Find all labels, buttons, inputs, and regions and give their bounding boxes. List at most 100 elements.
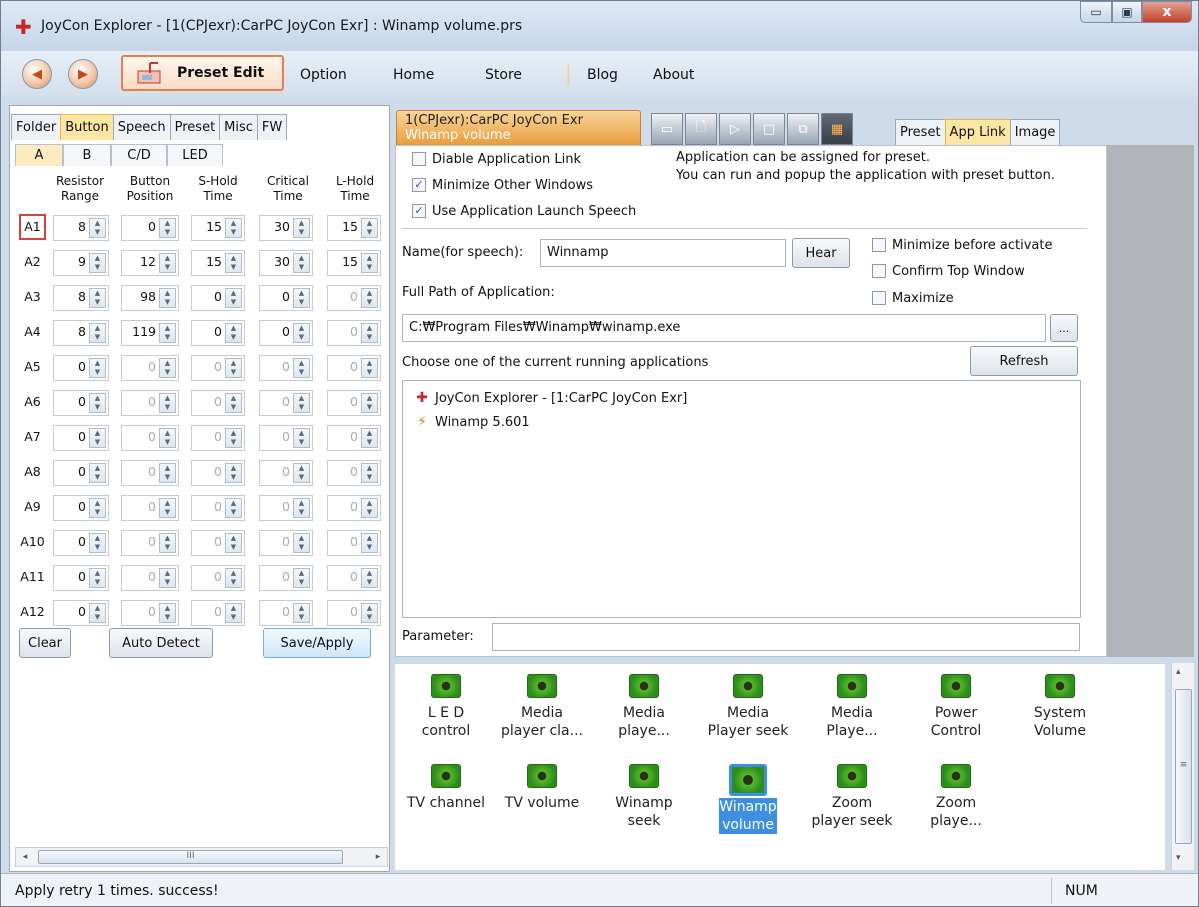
value-spinner[interactable]: 0 ▲ ▼ (53, 390, 109, 416)
value-spinner[interactable]: 0 ▲ ▼ (259, 495, 313, 521)
value-spinner[interactable]: 8 ▲ ▼ (53, 320, 109, 346)
layout-icon[interactable]: ▭ (651, 113, 683, 145)
value-spinner[interactable]: 0 ▲ ▼ (259, 600, 313, 626)
spinner-arrows-icon[interactable]: ▲ ▼ (89, 498, 106, 518)
value-spinner[interactable]: 0 ▲ ▼ (259, 320, 313, 346)
spinner-arrows-icon[interactable]: ▲ ▼ (293, 533, 310, 553)
spinner-arrows-icon[interactable]: ▲ ▼ (293, 253, 310, 273)
spinner-arrows-icon[interactable]: ▲ ▼ (159, 533, 176, 553)
value-spinner[interactable]: 15 ▲ ▼ (327, 215, 381, 241)
list-item[interactable]: ⚡ Winamp 5.601 (413, 411, 530, 433)
close-button[interactable]: x (1142, 1, 1192, 23)
value-spinner[interactable]: 0 ▲ ▼ (191, 285, 245, 311)
menu-home[interactable]: Home (393, 67, 434, 83)
value-spinner[interactable]: 30 ▲ ▼ (259, 250, 313, 276)
spinner-arrows-icon[interactable]: ▲ ▼ (89, 288, 106, 308)
spinner-arrows-icon[interactable]: ▲ ▼ (89, 533, 106, 553)
spinner-arrows-icon[interactable]: ▲ ▼ (159, 253, 176, 273)
menu-store[interactable]: Store (485, 67, 522, 83)
spinner-arrows-icon[interactable]: ▲ ▼ (293, 323, 310, 343)
use-launch-speech-checkbox[interactable]: ✓ Use Application Launch Speech (412, 202, 636, 220)
spinner-arrows-icon[interactable]: ▲ ▼ (225, 253, 242, 273)
tab-folder[interactable]: Folder (11, 114, 62, 140)
spinner-arrows-icon[interactable]: ▲ ▼ (361, 288, 378, 308)
forward-button[interactable]: ▶ (68, 59, 98, 89)
row-label[interactable]: A2 (19, 249, 46, 275)
auto-detect-button[interactable]: Auto Detect (109, 628, 213, 658)
value-spinner[interactable]: 0 ▲ ▼ (53, 425, 109, 451)
subtab-led[interactable]: LED (167, 144, 223, 166)
spinner-arrows-icon[interactable]: ▲ ▼ (159, 288, 176, 308)
value-spinner[interactable]: 0 ▲ ▼ (53, 530, 109, 556)
value-spinner[interactable]: 0 ▲ ▼ (259, 565, 313, 591)
value-spinner[interactable]: 0 ▲ ▼ (327, 600, 381, 626)
refresh-button[interactable]: Refresh (970, 346, 1078, 376)
tab-preset[interactable]: Preset (169, 114, 221, 140)
scroll-up-arrow-icon[interactable]: ▴ (1176, 667, 1181, 677)
spinner-arrows-icon[interactable]: ▲ ▼ (89, 463, 106, 483)
spinner-arrows-icon[interactable]: ▲ ▼ (89, 253, 106, 273)
back-button[interactable]: ◀ (22, 59, 52, 89)
spinner-arrows-icon[interactable]: ▲ ▼ (361, 393, 378, 413)
value-spinner[interactable]: 0 ▲ ▼ (259, 390, 313, 416)
spinner-arrows-icon[interactable]: ▲ ▼ (89, 218, 106, 238)
confirm-top-window-checkbox[interactable]: Confirm Top Window (872, 262, 1025, 280)
preset-item[interactable]: Zoom player seek (807, 764, 897, 830)
spinner-arrows-icon[interactable]: ▲ ▼ (293, 568, 310, 588)
spinner-arrows-icon[interactable]: ▲ ▼ (361, 533, 378, 553)
path-input[interactable]: C:₩Program Files₩Winamp₩winamp.exe (402, 314, 1046, 342)
value-spinner[interactable]: 0 ▲ ▼ (327, 495, 381, 521)
value-spinner[interactable]: 0 ▲ ▼ (327, 565, 381, 591)
copy-icon[interactable]: ⧉ (787, 113, 819, 145)
spinner-arrows-icon[interactable]: ▲ ▼ (293, 358, 310, 378)
value-spinner[interactable]: 98 ▲ ▼ (121, 285, 179, 311)
value-spinner[interactable]: 8 ▲ ▼ (53, 215, 109, 241)
value-spinner[interactable]: 0 ▲ ▼ (191, 390, 245, 416)
value-spinner[interactable]: 0 ▲ ▼ (53, 600, 109, 626)
value-spinner[interactable]: 0 ▲ ▼ (327, 355, 381, 381)
disable-app-link-checkbox[interactable]: Diable Application Link (412, 150, 581, 168)
spinner-arrows-icon[interactable]: ▲ ▼ (361, 323, 378, 343)
row-label[interactable]: A6 (19, 389, 46, 415)
parameter-input[interactable] (492, 623, 1080, 651)
spinner-arrows-icon[interactable]: ▲ ▼ (89, 323, 106, 343)
value-spinner[interactable]: 119 ▲ ▼ (121, 320, 179, 346)
value-spinner[interactable]: 0 ▲ ▼ (53, 565, 109, 591)
spinner-arrows-icon[interactable]: ▲ ▼ (361, 463, 378, 483)
minimize-button[interactable]: ▭ (1080, 1, 1112, 23)
preset-edit-button[interactable]: Preset Edit (121, 55, 284, 91)
scroll-right-arrow-icon[interactable]: ▸ (371, 850, 385, 864)
preset-item[interactable]: Media player cla... (497, 674, 587, 740)
clear-button[interactable]: Clear (19, 628, 71, 658)
tab-misc[interactable]: Misc (219, 114, 258, 140)
preset-item[interactable]: TV channel (401, 764, 491, 812)
value-spinner[interactable]: 0 ▲ ▼ (121, 215, 179, 241)
spinner-arrows-icon[interactable]: ▲ ▼ (159, 463, 176, 483)
hear-button[interactable]: Hear (792, 238, 850, 268)
spinner-arrows-icon[interactable]: ▲ ▼ (225, 463, 242, 483)
spinner-arrows-icon[interactable]: ▲ ▼ (89, 358, 106, 378)
value-spinner[interactable]: 12 ▲ ▼ (121, 250, 179, 276)
row-label[interactable]: A4 (19, 319, 46, 345)
value-spinner[interactable]: 0 ▲ ▼ (121, 460, 179, 486)
spinner-arrows-icon[interactable]: ▲ ▼ (159, 323, 176, 343)
value-spinner[interactable]: 0 ▲ ▼ (121, 565, 179, 591)
menu-option[interactable]: Option (300, 67, 347, 83)
value-spinner[interactable]: 0 ▲ ▼ (191, 530, 245, 556)
row-label[interactable]: A10 (19, 529, 46, 555)
spinner-arrows-icon[interactable]: ▲ ▼ (225, 533, 242, 553)
preset-item[interactable]: Winamp seek (599, 764, 689, 830)
spinner-arrows-icon[interactable]: ▲ ▼ (293, 218, 310, 238)
spinner-arrows-icon[interactable]: ▲ ▼ (361, 253, 378, 273)
chart-icon[interactable]: ▦ (821, 113, 853, 145)
tab-preset-right[interactable]: Preset (895, 119, 946, 145)
tab-fw[interactable]: FW (256, 114, 288, 140)
value-spinner[interactable]: 0 ▲ ▼ (327, 460, 381, 486)
row-label[interactable]: A9 (19, 494, 46, 520)
running-apps-list[interactable]: ✚ JoyCon Explorer - [1:CarPC JoyCon Exr] … (402, 380, 1081, 618)
play-icon[interactable]: ▷ (719, 113, 751, 145)
menu-about[interactable]: About (653, 67, 694, 83)
spinner-arrows-icon[interactable]: ▲ ▼ (293, 603, 310, 623)
row-label[interactable]: A7 (19, 424, 46, 450)
spinner-arrows-icon[interactable]: ▲ ▼ (361, 218, 378, 238)
